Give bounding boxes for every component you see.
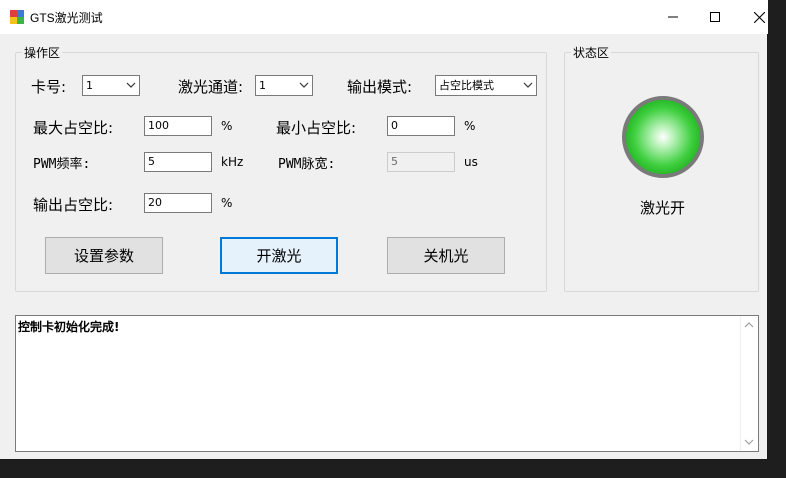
min-duty-label: 最小占空比: <box>276 119 357 137</box>
set-params-button[interactable]: 设置参数 <box>45 237 163 274</box>
title-bar[interactable]: GTS激光测试 <box>0 0 768 34</box>
mode-select[interactable]: 占空比模式 <box>435 75 537 96</box>
ops-group-title: 操作区 <box>22 44 63 61</box>
app-icon <box>10 10 24 24</box>
minimize-icon <box>668 16 678 18</box>
pwm-width-input: 5 <box>387 152 455 172</box>
log-scrollbar[interactable] <box>740 316 758 451</box>
out-duty-input[interactable]: 20 <box>144 193 212 213</box>
max-duty-value: 100 <box>148 119 169 132</box>
max-duty-label: 最大占空比: <box>33 119 114 137</box>
out-duty-value: 20 <box>148 196 162 209</box>
laser-status-led <box>622 96 704 178</box>
card-select-value: 1 <box>86 79 93 92</box>
min-duty-value: 0 <box>391 119 398 132</box>
log-textarea[interactable]: 控制卡初始化完成! <box>15 315 759 452</box>
close-button[interactable] <box>736 0 782 34</box>
maximize-button[interactable] <box>692 0 738 34</box>
close-icon <box>753 11 765 23</box>
mode-label: 输出模式: <box>347 78 413 96</box>
channel-select[interactable]: 1 <box>255 75 313 96</box>
log-text: 控制卡初始化完成! <box>18 320 120 334</box>
min-duty-unit: % <box>464 119 476 133</box>
minimize-button[interactable] <box>650 0 696 34</box>
pwm-freq-input[interactable]: 5 <box>144 152 212 172</box>
laser-off-button[interactable]: 关机光 <box>387 237 505 274</box>
laser-on-button[interactable]: 开激光 <box>220 237 338 274</box>
pwm-freq-label: PWM频率: <box>33 157 91 172</box>
scroll-up-icon[interactable] <box>744 320 754 330</box>
main-window: GTS激光测试 操作区 卡号: 1 激光通道: 1 输出模式: 占空比模式 最大… <box>0 0 768 460</box>
pwm-freq-value: 5 <box>148 155 155 168</box>
channel-select-value: 1 <box>259 79 266 92</box>
max-duty-input[interactable]: 100 <box>144 116 212 136</box>
min-duty-input[interactable]: 0 <box>387 116 455 136</box>
card-select[interactable]: 1 <box>82 75 140 96</box>
window-title: GTS激光测试 <box>30 11 103 25</box>
status-group-title: 状态区 <box>571 44 612 61</box>
laser-status-label: 激光开 <box>640 199 686 217</box>
channel-label: 激光通道: <box>178 78 244 96</box>
out-duty-unit: % <box>221 196 233 210</box>
chevron-down-icon <box>299 82 309 88</box>
pwm-width-label: PWM脉宽: <box>278 157 336 172</box>
mode-select-value: 占空比模式 <box>439 79 494 92</box>
pwm-width-value: 5 <box>391 155 398 168</box>
out-duty-label: 输出占空比: <box>33 196 114 214</box>
scroll-down-icon[interactable] <box>744 437 754 447</box>
max-duty-unit: % <box>221 119 233 133</box>
maximize-icon <box>710 12 720 22</box>
pwm-freq-unit: kHz <box>221 155 244 169</box>
chevron-down-icon <box>523 82 533 88</box>
card-label: 卡号: <box>31 78 67 96</box>
chevron-down-icon <box>126 82 136 88</box>
pwm-width-unit: us <box>464 155 478 169</box>
